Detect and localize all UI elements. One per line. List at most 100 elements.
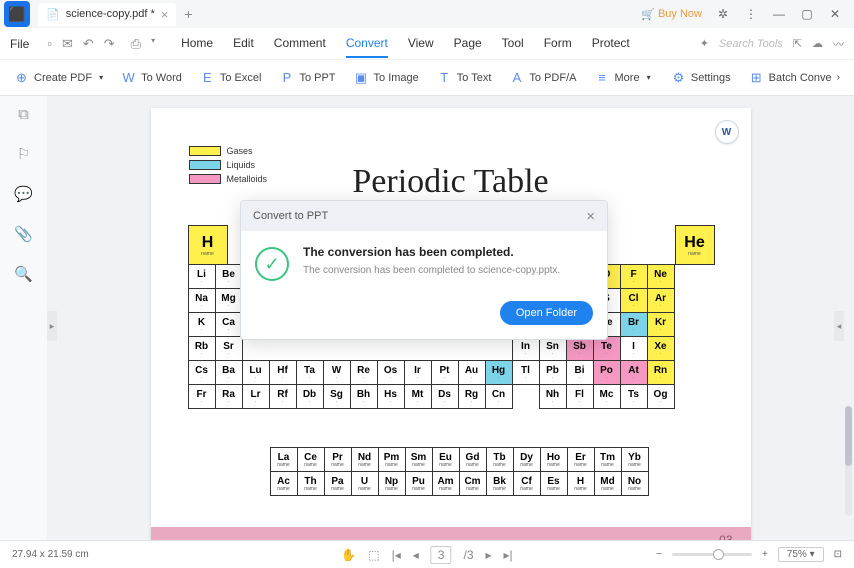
element-Tm: Tmname	[594, 447, 622, 472]
element-Sg: Sg·	[323, 384, 351, 409]
element-H: Hname	[567, 471, 595, 496]
zoom-percent[interactable]: 75% ▾	[778, 547, 824, 562]
minimize-icon[interactable]: —	[772, 7, 786, 21]
to-text-button[interactable]: TTo Text	[435, 66, 494, 89]
print-dropdown-icon[interactable]: ▾	[151, 36, 155, 52]
element-Er: Ername	[567, 447, 595, 472]
search-icon[interactable]: 🔍	[14, 265, 33, 283]
element-Th: Thname	[297, 471, 325, 496]
file-menu[interactable]: File	[10, 37, 29, 51]
attachment-icon[interactable]: 📎	[14, 225, 33, 243]
plus-icon: ⊕	[14, 70, 29, 85]
menu-comment[interactable]: Comment	[274, 30, 326, 58]
element-La: Laname	[270, 447, 298, 472]
dialog-heading: The conversion has been completed.	[303, 245, 560, 259]
to-image-button[interactable]: ▣To Image	[352, 66, 421, 89]
element-Pa: Paname	[324, 471, 352, 496]
element-Rg: Rg·	[458, 384, 486, 409]
settings-button[interactable]: ⚙Settings	[669, 66, 733, 89]
close-window-icon[interactable]: ✕	[828, 7, 842, 21]
element-Be: Be·	[215, 264, 243, 289]
save-icon[interactable]: ▫	[47, 36, 52, 52]
dialog-titlebar[interactable]: Convert to PPT ×	[241, 201, 607, 231]
zoom-thumb[interactable]	[713, 549, 724, 560]
last-page-icon[interactable]: ▸|	[504, 548, 513, 562]
word-badge-icon[interactable]: W	[715, 120, 739, 144]
print-icon[interactable]: ⎙	[131, 36, 141, 52]
zoom-slider[interactable]	[672, 553, 752, 556]
next-page-icon[interactable]: ▸	[486, 548, 492, 562]
image-icon: ▣	[354, 70, 369, 85]
help-icon[interactable]: 〰	[833, 36, 844, 52]
document-tab[interactable]: 📄 science-copy.pdf * ×	[38, 3, 176, 26]
to-word-button[interactable]: WTo Word	[119, 66, 184, 89]
more-icon: ≡	[595, 70, 610, 85]
element-Ho: Honame	[540, 447, 568, 472]
element-Li: Li·	[188, 264, 216, 289]
search-tools-input[interactable]: Search Tools	[719, 38, 783, 50]
element-He: Hename	[675, 225, 715, 265]
redo-icon[interactable]: ↷	[104, 36, 115, 52]
open-folder-button[interactable]: Open Folder	[500, 301, 593, 325]
menu-protect[interactable]: Protect	[592, 30, 630, 58]
undo-icon[interactable]: ↶	[83, 36, 94, 52]
element-Ce: Cename	[297, 447, 325, 472]
prev-page-icon[interactable]: ◂	[413, 548, 419, 562]
close-tab-icon[interactable]: ×	[161, 7, 169, 22]
element-I: I·	[620, 336, 648, 361]
success-check-icon: ✓	[255, 247, 289, 281]
excel-icon: E	[200, 70, 215, 85]
zoom-in-icon[interactable]: +	[762, 549, 768, 560]
element-Fr: Fr·	[188, 384, 216, 409]
comment-icon[interactable]: 💬	[14, 185, 33, 203]
to-pdfa-button[interactable]: ATo PDF/A	[507, 66, 578, 89]
page-title: Periodic Table	[352, 163, 548, 201]
create-pdf-button[interactable]: ⊕Create PDF▾	[12, 66, 105, 89]
page-input[interactable]: 3	[431, 546, 452, 564]
select-tool-icon[interactable]: ⬚	[368, 548, 379, 562]
menu-convert[interactable]: Convert	[346, 30, 388, 58]
menu-icon[interactable]: ⋮	[744, 7, 758, 21]
menu-form[interactable]: Form	[544, 30, 572, 58]
first-page-icon[interactable]: |◂	[392, 548, 401, 562]
menu-home[interactable]: Home	[181, 30, 213, 58]
hand-tool-icon[interactable]: ✋	[341, 548, 356, 562]
batch-convert-button[interactable]: ⊞Batch Conve›	[747, 66, 842, 89]
mail-icon[interactable]: ✉	[62, 36, 73, 52]
to-excel-button[interactable]: ETo Excel	[198, 66, 264, 89]
maximize-icon[interactable]: ▢	[800, 7, 814, 21]
element-H: Hname	[188, 225, 228, 265]
menu-edit[interactable]: Edit	[233, 30, 254, 58]
element-Hf: Hf·	[269, 360, 297, 385]
lanthanide-block: LanameCenamePrnameNdnamePmnameSmnameEuna…	[271, 448, 649, 496]
element-Md: Mdname	[594, 471, 622, 496]
share-icon[interactable]: ⇱	[793, 37, 802, 50]
element-Ac: Acname	[270, 471, 298, 496]
menu-tabs: Home Edit Comment Convert View Page Tool Form Pr…	[181, 30, 630, 58]
more-button[interactable]: ≡More▾	[593, 66, 653, 89]
new-tab-button[interactable]: +	[184, 6, 192, 22]
element-Kr: Kr·	[647, 312, 675, 337]
element-Tl: Tl·	[512, 360, 540, 385]
batch-icon: ⊞	[749, 70, 764, 85]
buy-now-link[interactable]: 🛒 Buy Now	[641, 8, 702, 21]
dialog-close-icon[interactable]: ×	[586, 208, 595, 225]
wand-icon[interactable]: ✦	[700, 37, 709, 50]
element-Cs: Cs·	[188, 360, 216, 385]
fit-icon[interactable]: ⊡	[834, 549, 842, 560]
text-icon: T	[437, 70, 452, 85]
element-Es: Esname	[540, 471, 568, 496]
gift-icon[interactable]: ✲	[716, 7, 730, 21]
menu-tool[interactable]: Tool	[502, 30, 524, 58]
thumbnails-icon[interactable]: ⧉	[18, 106, 29, 123]
element-Ra: Ra·	[215, 384, 243, 409]
zoom-out-icon[interactable]: −	[656, 549, 662, 560]
statusbar: 27.94 x 21.59 cm ✋ ⬚ |◂ ◂ 3 /3 ▸ ▸| − + …	[0, 540, 854, 568]
legend: GasesLiquidsMetalloids	[189, 146, 268, 188]
to-ppt-button[interactable]: PTo PPT	[277, 66, 337, 89]
element-Nh: Nh·	[539, 384, 567, 409]
cloud-icon[interactable]: ☁	[812, 37, 823, 50]
menu-page[interactable]: Page	[454, 30, 482, 58]
menu-view[interactable]: View	[408, 30, 434, 58]
bookmark-icon[interactable]: ⚐	[17, 145, 30, 163]
